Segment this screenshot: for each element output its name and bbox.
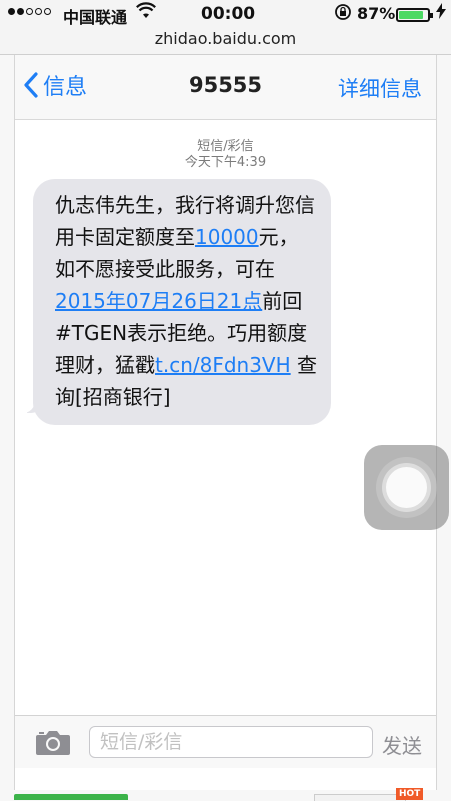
- signal-dot: [8, 8, 15, 15]
- message-bubble: 仇志伟先生，我行将调升您信用卡固定额度至10000元，如不愿接受此服务，可在20…: [33, 179, 331, 425]
- amount-link[interactable]: 10000: [195, 225, 259, 249]
- page-green-button[interactable]: [14, 794, 128, 800]
- url-text: zhidao.baidu.com: [154, 29, 297, 48]
- messages-screen: 信息 95555 详细信息 短信/彩信 今天下午4:39 仇志伟先生，我行将调升…: [14, 55, 449, 790]
- signal-dot: [35, 8, 42, 15]
- status-bar: 中国联通 00:00 87%: [0, 0, 451, 28]
- rotation-lock-icon: [334, 3, 352, 25]
- signal-dot: [44, 8, 51, 15]
- carrier-name: 中国联通: [63, 8, 128, 27]
- url-link[interactable]: t.cn/8Fdn3VH: [155, 353, 291, 377]
- wifi-icon: [136, 2, 156, 25]
- message-timestamp: 今天下午4:39: [184, 155, 267, 170]
- composer-bar: 发送: [15, 715, 436, 768]
- message-input[interactable]: [89, 726, 373, 758]
- assistive-touch-button[interactable]: [364, 445, 449, 530]
- battery-fill: [399, 11, 424, 19]
- battery-icon: [396, 8, 433, 22]
- charging-icon: [436, 3, 446, 23]
- clock: 00:00: [201, 4, 256, 24]
- send-button[interactable]: 发送: [382, 730, 422, 759]
- camera-icon[interactable]: [35, 728, 71, 760]
- address-bar[interactable]: zhidao.baidu.com: [0, 28, 451, 55]
- signal-strength-icon: [8, 8, 51, 15]
- battery-percentage: 87%: [357, 4, 396, 23]
- assistive-touch-ring: [386, 467, 427, 508]
- signal-dot: [17, 8, 24, 15]
- details-button[interactable]: 详细信息: [338, 73, 422, 103]
- date-link[interactable]: 2015年07月26日21点: [55, 289, 262, 313]
- hot-badge: HOT: [396, 788, 424, 800]
- signal-dot: [26, 8, 33, 15]
- nav-bar: 信息 95555 详细信息: [15, 55, 436, 120]
